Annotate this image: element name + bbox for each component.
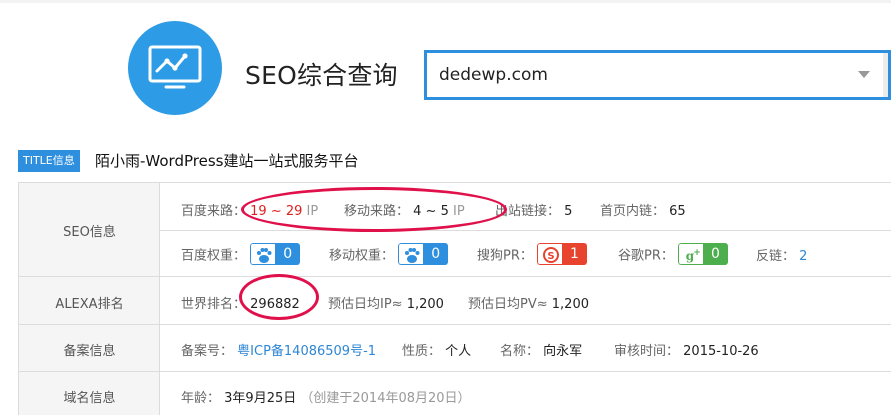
homepage-links-label: 首页内链： xyxy=(600,204,666,219)
row-divider xyxy=(160,230,891,231)
icp-name: 名称： 向永军 xyxy=(500,340,582,359)
baidu-weight: 百度权重： 0 xyxy=(181,243,301,265)
domain-dropdown-button[interactable] xyxy=(846,53,888,97)
daily-pv-label: 预估日均PV≈ xyxy=(468,297,548,312)
icp-name-label: 名称： xyxy=(500,344,540,359)
mobile-weight: 移动权重： 0 xyxy=(329,243,449,265)
info-table: SEO信息 ALEXA排名 备案信息 域名信息 百度来路： 19 ~ 29 IP… xyxy=(18,182,891,415)
page-title: SEO综合查询 xyxy=(245,61,398,90)
baidu-paw-icon xyxy=(250,243,276,265)
alexa-label: ALEXA排名 xyxy=(55,297,124,312)
google-plus-icon: g + xyxy=(678,243,704,265)
mobile-weight-value: 0 xyxy=(423,243,449,265)
baidu-mobile-paw-icon xyxy=(398,243,424,265)
google-pr-label: 谷歌PR： xyxy=(618,248,674,264)
google-pr: 谷歌PR： g + 0 xyxy=(618,243,729,265)
domain-age-value: 3年9月25日 xyxy=(224,391,297,406)
icp-name-value: 向永军 xyxy=(543,344,583,359)
baidu-weight-value: 0 xyxy=(275,243,301,265)
row-divider xyxy=(19,324,891,325)
sogou-pr-label: 搜狗PR： xyxy=(477,248,533,264)
backlinks-label: 反链： xyxy=(756,249,796,264)
sogou-pr-value: 1 xyxy=(562,243,588,265)
backlinks-value[interactable]: 2 xyxy=(799,249,807,264)
homepage-links-value[interactable]: 65 xyxy=(669,204,686,219)
row-divider xyxy=(19,276,891,277)
daily-pv: 预估日均PV≈ 1,200 xyxy=(468,293,589,312)
daily-ip-label: 预估日均IP≈ xyxy=(328,297,403,312)
domain-input[interactable] xyxy=(427,53,847,97)
seo-label: SEO信息 xyxy=(63,225,116,240)
sogou-icon: S xyxy=(537,243,563,265)
world-rank-label: 世界排名： xyxy=(181,297,247,312)
svg-text:S: S xyxy=(547,251,554,262)
homepage-links: 首页内链： 65 xyxy=(600,200,686,219)
domain-search[interactable] xyxy=(424,50,891,100)
icp-number: 备案号： 粤ICP备14086509号-1 xyxy=(181,340,376,359)
svg-text:+: + xyxy=(693,248,701,258)
baidu-weight-badge[interactable]: 0 xyxy=(250,243,301,265)
icp-number-link[interactable]: 粤ICP备14086509号-1 xyxy=(237,344,376,359)
icp-review-time: 审核时间： 2015-10-26 xyxy=(614,340,759,359)
chevron-down-icon xyxy=(858,71,870,78)
domain-created-note: （创建于2014年08月20日） xyxy=(300,391,471,406)
domain-age: 年龄： 3年9月25日 （创建于2014年08月20日） xyxy=(181,387,471,406)
google-pr-badge[interactable]: g + 0 xyxy=(678,243,729,265)
icp-label: 备案信息 xyxy=(63,344,116,359)
google-pr-value: 0 xyxy=(703,243,729,265)
daily-ip: 预估日均IP≈ 1,200 xyxy=(328,293,444,312)
icp-nature-label: 性质： xyxy=(402,344,442,359)
mobile-weight-badge[interactable]: 0 xyxy=(398,243,449,265)
icp-number-label: 备案号： xyxy=(181,344,234,359)
top-border xyxy=(0,0,891,3)
domain-info-label: 域名信息 xyxy=(63,391,116,406)
title-badge: TITLE信息 xyxy=(18,150,80,172)
icp-review-label: 审核时间： xyxy=(614,344,680,359)
mobile-weight-label: 移动权重： xyxy=(329,248,395,264)
icp-review-value: 2015-10-26 xyxy=(683,344,759,359)
baidu-traffic-label: 百度来路： xyxy=(181,204,247,219)
domain-age-label: 年龄： xyxy=(181,391,221,406)
daily-ip-value: 1,200 xyxy=(406,297,444,312)
outlinks-value[interactable]: 5 xyxy=(564,204,572,219)
baidu-weight-label: 百度权重： xyxy=(181,248,247,264)
site-title: 陌小雨-WordPress建站一站式服务平台 xyxy=(95,152,359,170)
sogou-pr: 搜狗PR： S 1 xyxy=(477,243,588,265)
row-divider xyxy=(19,371,891,372)
icp-nature: 性质： 个人 xyxy=(402,340,471,359)
monitor-chart-icon[interactable] xyxy=(128,21,222,115)
highlight-oval-rank xyxy=(239,274,319,320)
highlight-oval-traffic xyxy=(241,187,507,232)
sogou-pr-badge[interactable]: S 1 xyxy=(537,243,588,265)
daily-pv-value: 1,200 xyxy=(551,297,589,312)
icp-nature-value: 个人 xyxy=(445,344,472,359)
backlinks: 反链： 2 xyxy=(756,245,807,264)
